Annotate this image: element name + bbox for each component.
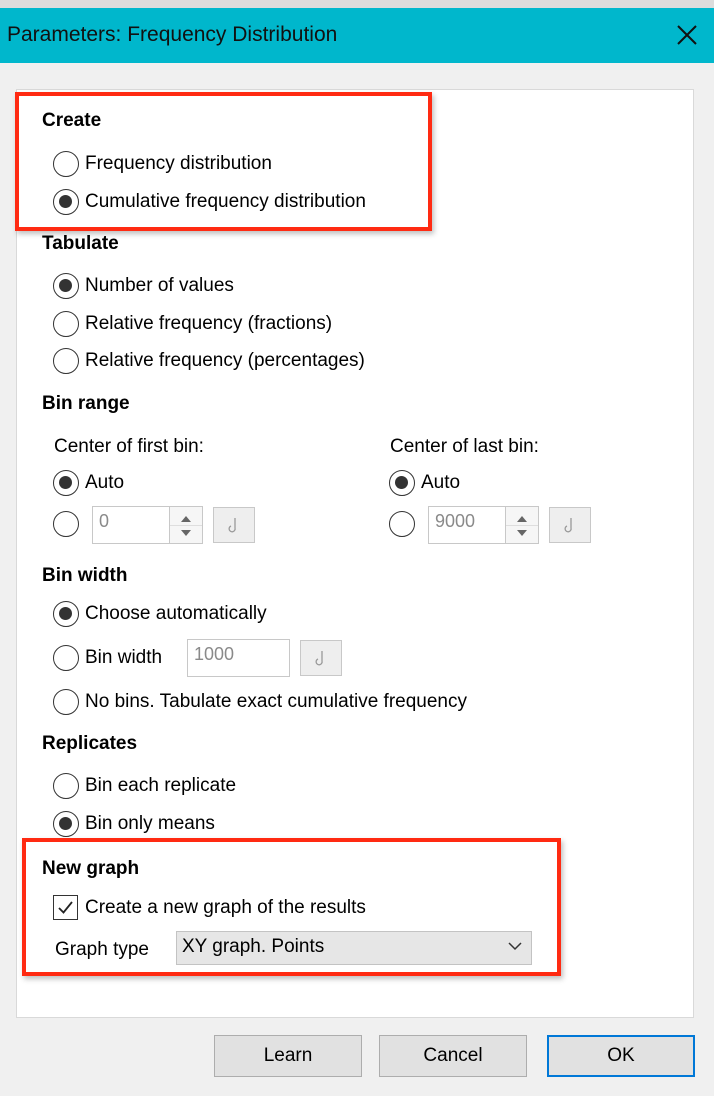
last-bin-auto-label: Auto bbox=[421, 472, 461, 493]
bin-each-replicate-label: Bin each replicate bbox=[85, 775, 237, 796]
last-bin-center-label: Center of last bin: bbox=[390, 436, 539, 457]
spin-up-icon bbox=[181, 516, 191, 522]
number-of-values-label: Number of values bbox=[85, 275, 234, 296]
bin-each-replicate-radio[interactable] bbox=[53, 773, 79, 799]
bin-range-heading: Bin range bbox=[42, 393, 130, 414]
title-bar: Parameters: Frequency Distribution bbox=[0, 8, 714, 63]
last-bin-spinner[interactable] bbox=[505, 506, 539, 544]
first-bin-manual-radio[interactable] bbox=[53, 511, 79, 537]
relative-frequency-fractions-label: Relative frequency (fractions) bbox=[85, 313, 333, 334]
frequency-distribution-radio[interactable] bbox=[53, 151, 79, 177]
first-bin-center-label: Center of first bin: bbox=[54, 436, 204, 457]
first-bin-hook-button[interactable] bbox=[213, 507, 255, 543]
graph-type-label: Graph type bbox=[55, 939, 149, 960]
spin-down-icon bbox=[517, 530, 527, 536]
bin-width-radio[interactable] bbox=[53, 645, 79, 671]
first-bin-auto-label: Auto bbox=[85, 472, 125, 493]
relative-frequency-percentages-radio[interactable] bbox=[53, 348, 79, 374]
chevron-down-icon bbox=[508, 942, 522, 951]
hook-icon bbox=[315, 651, 323, 666]
ok-button[interactable]: OK bbox=[547, 1035, 695, 1077]
checkmark-icon bbox=[58, 901, 73, 914]
choose-automatically-label: Choose automatically bbox=[85, 603, 267, 624]
cumulative-frequency-distribution-label: Cumulative frequency distribution bbox=[85, 191, 366, 212]
frequency-distribution-label: Frequency distribution bbox=[85, 153, 272, 174]
first-bin-value-field[interactable]: 0 bbox=[92, 506, 170, 544]
cumulative-frequency-distribution-radio[interactable] bbox=[53, 189, 79, 215]
close-icon bbox=[677, 25, 697, 45]
tabulate-heading: Tabulate bbox=[42, 233, 119, 254]
graph-type-select[interactable]: XY graph. Points bbox=[176, 931, 532, 965]
create-new-graph-checkbox[interactable] bbox=[53, 895, 78, 920]
close-button[interactable] bbox=[672, 20, 702, 50]
bin-width-heading: Bin width bbox=[42, 565, 128, 586]
learn-button[interactable]: Learn bbox=[214, 1035, 362, 1077]
new-graph-heading: New graph bbox=[42, 858, 140, 879]
bin-width-value-field[interactable]: 1000 bbox=[187, 639, 290, 677]
last-bin-manual-radio[interactable] bbox=[389, 511, 415, 537]
hook-icon bbox=[564, 518, 572, 533]
spin-down-icon bbox=[181, 530, 191, 536]
bin-width-label: Bin width bbox=[85, 647, 163, 668]
create-new-graph-label: Create a new graph of the results bbox=[85, 897, 366, 918]
relative-frequency-fractions-radio[interactable] bbox=[53, 311, 79, 337]
spin-up-icon bbox=[517, 516, 527, 522]
no-bins-radio[interactable] bbox=[53, 689, 79, 715]
first-bin-auto-radio[interactable] bbox=[53, 470, 79, 496]
create-heading: Create bbox=[42, 110, 102, 131]
bin-only-means-radio[interactable] bbox=[53, 811, 79, 837]
relative-frequency-percentages-label: Relative frequency (percentages) bbox=[85, 350, 365, 371]
bin-only-means-label: Bin only means bbox=[85, 813, 215, 834]
last-bin-hook-button[interactable] bbox=[549, 507, 591, 543]
number-of-values-radio[interactable] bbox=[53, 273, 79, 299]
hook-icon bbox=[228, 518, 236, 533]
last-bin-auto-radio[interactable] bbox=[389, 470, 415, 496]
choose-automatically-radio[interactable] bbox=[53, 601, 79, 627]
cancel-button[interactable]: Cancel bbox=[379, 1035, 527, 1077]
bin-width-hook-button[interactable] bbox=[300, 640, 342, 676]
replicates-heading: Replicates bbox=[42, 733, 138, 754]
window-title: Parameters: Frequency Distribution bbox=[7, 23, 338, 46]
graph-type-value: XY graph. Points bbox=[182, 936, 325, 957]
no-bins-label: No bins. Tabulate exact cumulative frequ… bbox=[85, 691, 467, 712]
background-window-strip bbox=[0, 0, 714, 8]
first-bin-spinner[interactable] bbox=[169, 506, 203, 544]
last-bin-value-field[interactable]: 9000 bbox=[428, 506, 506, 544]
